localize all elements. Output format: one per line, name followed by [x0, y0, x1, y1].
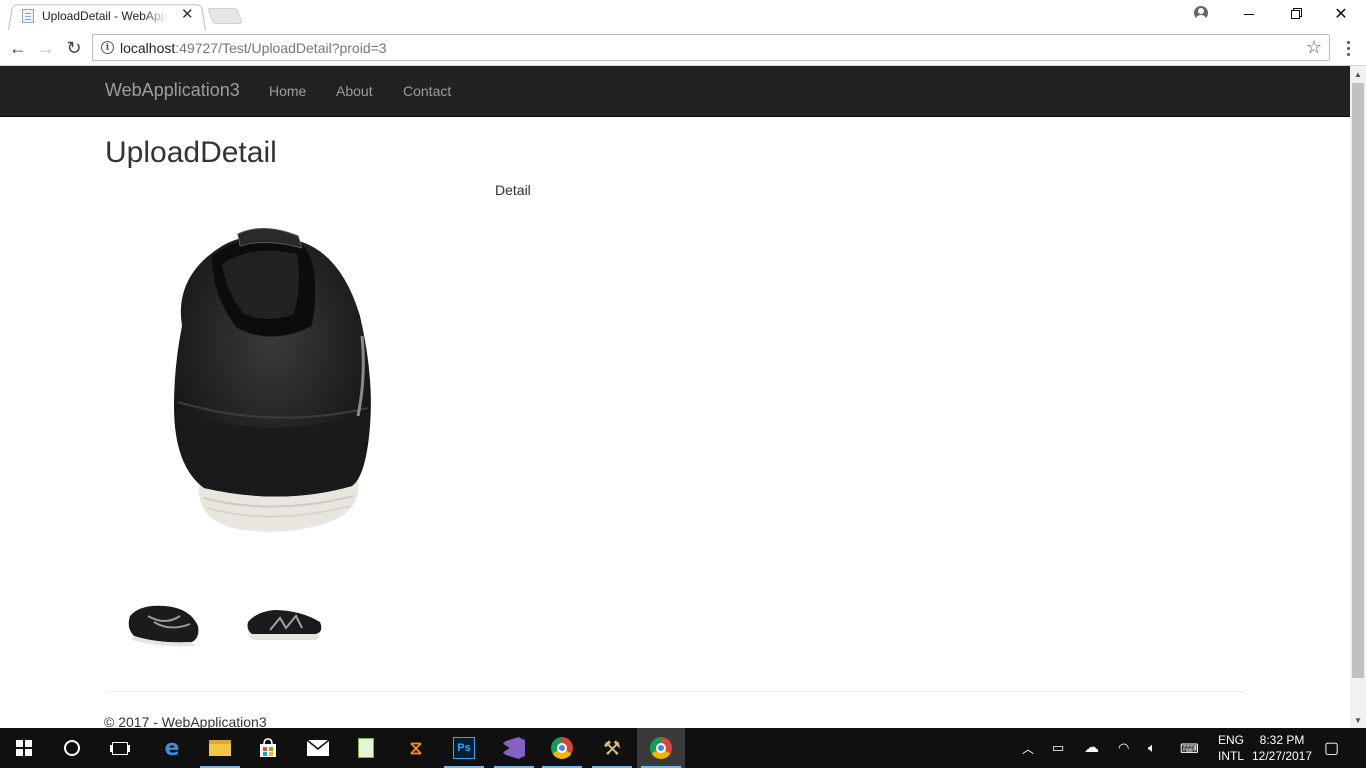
forward-button[interactable]: →: [34, 36, 58, 60]
taskbar-app-tools[interactable]: ⚒: [588, 728, 636, 768]
browser-toolbar: ← → ↻ i localhost:49727/Test/UploadDetai…: [0, 30, 1366, 66]
mail-icon: [307, 740, 329, 756]
browser-tabstrip: UploadDetail - WebApplication3 ✕ ✕: [0, 0, 1366, 31]
back-arrow-icon: ←: [9, 37, 27, 58]
chrome-icon: [551, 737, 573, 759]
taskbar-app-mail[interactable]: [294, 728, 342, 768]
store-icon: [260, 738, 276, 757]
windows-taskbar: e ⧖ Ps ⚒ ︿ ▭ ☁ ◠ 🔈︎ ⌨ ENG INTL 8:32 PM 1…: [0, 728, 1366, 768]
browser-menu-icon[interactable]: [1344, 36, 1352, 60]
footer-copyright: © 2017 - WebApplication3: [104, 714, 267, 728]
nav-link-about[interactable]: About: [336, 83, 373, 99]
search-button[interactable]: [48, 728, 96, 768]
taskbar-app-edge[interactable]: e: [148, 728, 196, 768]
page-title: UploadDetail: [105, 136, 277, 169]
input-language[interactable]: ENG INTL: [1214, 732, 1248, 764]
task-view-icon: [112, 741, 128, 755]
new-tab-button[interactable]: [207, 8, 243, 24]
site-navbar: WebApplication3 Home About Contact: [0, 66, 1350, 117]
battery-icon[interactable]: ▭: [1052, 740, 1064, 756]
footer-divider: [105, 691, 1245, 692]
restore-icon: [1290, 9, 1300, 19]
taskbar-app-chrome-2[interactable]: [637, 728, 685, 768]
clock-time: 8:32 PM: [1259, 733, 1305, 747]
language-code: ENG: [1217, 733, 1244, 747]
taskbar-app-chrome-1[interactable]: [538, 728, 586, 768]
close-icon: ✕: [1334, 6, 1348, 23]
notepad-icon: [358, 738, 374, 758]
url-text: localhost:49727/Test/UploadDetail?proid=…: [120, 40, 387, 56]
taskbar-app-photoshop[interactable]: Ps: [440, 728, 488, 768]
wifi-icon[interactable]: ◠: [1118, 740, 1129, 756]
chrome-icon: [650, 737, 672, 759]
scroll-down-arrow-icon[interactable]: ▼: [1350, 712, 1366, 728]
keyboard-layout: INTL: [1217, 749, 1244, 763]
tools-icon: ⚒: [603, 737, 621, 760]
taskbar-app-visual-studio[interactable]: [490, 728, 538, 768]
minimize-button[interactable]: [1226, 0, 1272, 28]
close-tab-icon[interactable]: ✕: [181, 7, 194, 23]
start-button[interactable]: [0, 728, 48, 768]
product-main-image: [174, 228, 371, 532]
close-window-button[interactable]: ✕: [1318, 0, 1364, 28]
address-bar[interactable]: i localhost:49727/Test/UploadDetail?proi…: [92, 34, 1330, 61]
edge-icon: e: [164, 735, 180, 761]
bookmark-star-icon[interactable]: ☆: [1306, 37, 1322, 58]
profile-icon[interactable]: [1194, 6, 1208, 20]
clock-date: 12/27/2017: [1251, 749, 1313, 763]
page-viewport: WebApplication3 Home About Contact Uploa…: [0, 66, 1350, 728]
reload-button[interactable]: ↻: [62, 36, 86, 60]
browser-tab-content[interactable]: UploadDetail - WebApplication3: [22, 7, 202, 25]
volume-icon[interactable]: 🔈︎: [1148, 740, 1156, 756]
cortana-circle-icon: [64, 740, 80, 756]
onedrive-cloud-icon[interactable]: ☁: [1084, 738, 1099, 756]
windows-logo-icon: [16, 740, 32, 756]
reload-icon: ↻: [66, 37, 82, 58]
show-hidden-icons-chevron-icon[interactable]: ︿: [1022, 740, 1034, 757]
taskbar-app-sublime[interactable]: ⧖: [392, 728, 440, 768]
site-info-icon[interactable]: i: [101, 41, 114, 54]
product-thumbnail-2[interactable]: [240, 586, 330, 651]
restore-button[interactable]: [1272, 0, 1318, 28]
touch-keyboard-icon[interactable]: ⌨: [1180, 741, 1199, 757]
navbar-brand[interactable]: WebApplication3: [105, 80, 240, 101]
tab-title: UploadDetail - WebApplication3: [42, 9, 168, 23]
taskbar-app-store[interactable]: [244, 728, 292, 768]
url-host: localhost: [120, 40, 176, 56]
action-center-icon[interactable]: ▢: [1324, 738, 1339, 758]
taskbar-app-notepad[interactable]: [342, 728, 390, 768]
minimize-icon: [1244, 13, 1254, 15]
nav-link-home[interactable]: Home: [269, 83, 306, 99]
visual-studio-icon: [503, 737, 525, 759]
scrollbar-thumb[interactable]: [1352, 83, 1364, 678]
forward-arrow-icon: →: [37, 37, 55, 58]
sublime-text-icon: ⧖: [409, 737, 423, 758]
detail-label: Detail: [495, 182, 531, 198]
product-thumbnail-1[interactable]: [120, 586, 210, 651]
url-path: :49727/Test/UploadDetail?proid=3: [175, 40, 387, 56]
photoshop-icon: Ps: [453, 737, 475, 759]
scroll-up-arrow-icon[interactable]: ▲: [1350, 66, 1366, 82]
nav-link-contact[interactable]: Contact: [403, 83, 451, 99]
taskbar-app-file-explorer[interactable]: [196, 728, 244, 768]
page-favicon-icon: [22, 9, 34, 23]
file-explorer-icon: [209, 740, 231, 756]
back-button[interactable]: ←: [6, 36, 30, 60]
clock[interactable]: 8:32 PM 12/27/2017: [1250, 732, 1314, 764]
page-scrollbar[interactable]: ▲ ▼: [1350, 66, 1366, 728]
task-view-button[interactable]: [96, 728, 144, 768]
